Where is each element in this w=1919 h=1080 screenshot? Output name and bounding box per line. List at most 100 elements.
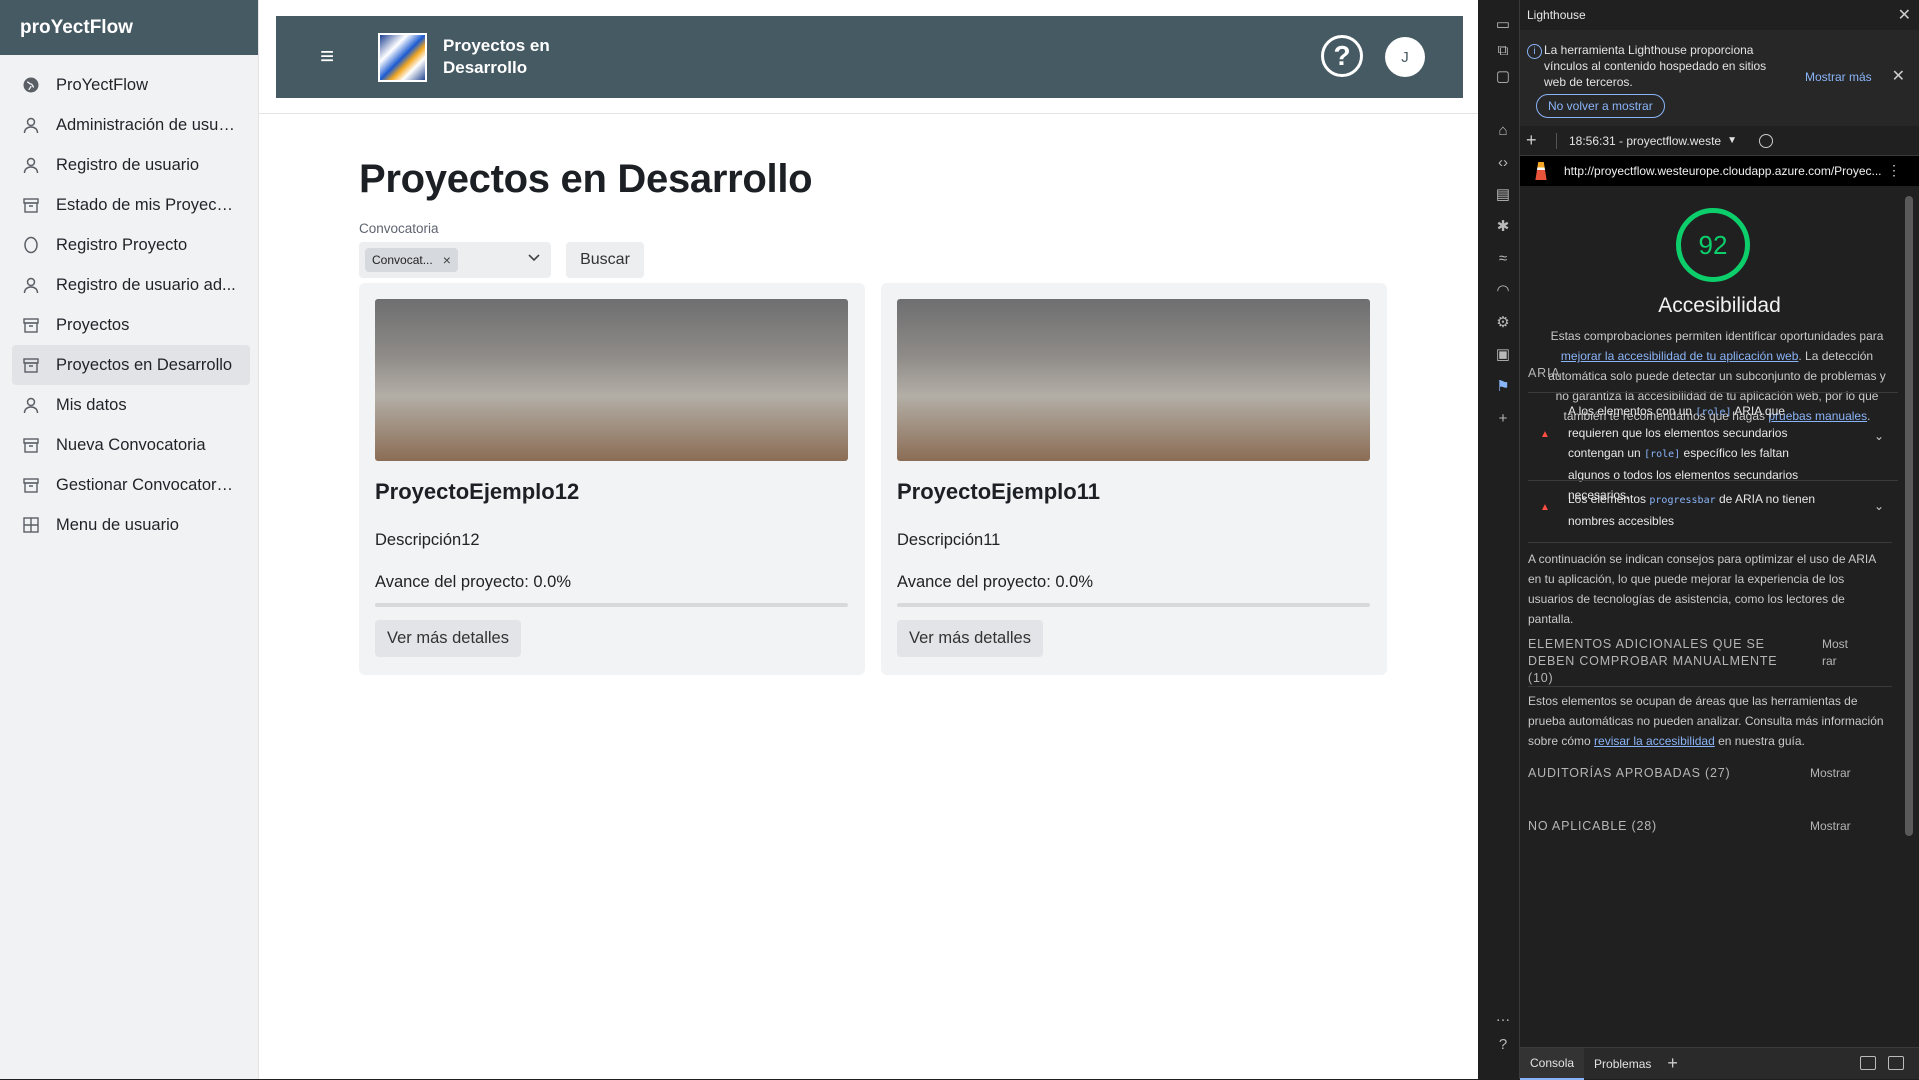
chip-label: Convocat... [372,253,433,267]
fail-triangle-icon: ▲ [1540,502,1550,513]
sidebar-item[interactable]: Registro de usuario ad... [12,265,250,305]
details-button[interactable]: Ver más detalles [897,620,1043,657]
sidebar-item[interactable]: Gestionar Convocatorias [12,465,250,505]
sidebar-item[interactable]: Registro Proyecto [12,225,250,265]
dock-icon[interactable] [1860,1056,1876,1070]
drawer-tabs: Consola Problemas + [1520,1047,1919,1080]
passed-show-toggle[interactable]: Mostrar [1810,766,1851,780]
tab-console[interactable]: Consola [1520,1047,1585,1080]
sidebar-item[interactable]: Administración de usua... [12,105,250,145]
info-icon: i [1527,44,1542,59]
sidebar-item-label: Registro de usuario ad... [56,275,236,294]
inspect-icon[interactable]: ⧉ [1494,41,1512,59]
convocatoria-label: Convocatoria [359,221,439,236]
brand-title: proYectFlow [0,0,258,55]
project-name: ProyectoEjemplo12 [375,479,580,504]
help-circle-icon[interactable]: ? [1494,1035,1512,1053]
manual-text: en nuestra guía. [1718,734,1805,748]
search-button[interactable]: Buscar [566,242,644,278]
audit-code: [role] [1695,407,1732,418]
performance-icon[interactable]: ◠ [1494,281,1512,299]
manual-section-title: ELEMENTOS ADICIONALES QUE SE DEBEN COMPR… [1528,637,1778,685]
chevron-down-icon[interactable]: ⌄ [1874,499,1884,513]
convocatoria-select[interactable]: Convocat... × [359,242,551,278]
audit-item[interactable]: ▲ A los elementos con un [role] ARIA que… [1528,392,1898,502]
project-image [375,299,848,461]
bug-icon[interactable]: ✱ [1494,217,1512,235]
sidebar-item-label: ProYectFlow [56,75,149,94]
details-button[interactable]: Ver más detalles [375,620,521,657]
passed-audits-title[interactable]: AUDITORÍAS APROBADAS (27) [1528,766,1730,780]
add-tab-icon[interactable]: + [1667,1053,1678,1074]
page-title: Proyectos en Desarrollo [359,157,813,201]
report-selector[interactable]: 18:56:31 - proyectflow.weste [1569,134,1721,148]
sidebar-item[interactable]: Registro de usuario [12,145,250,185]
close-icon[interactable]: ✕ [1898,5,1911,25]
clear-icon[interactable] [1759,133,1773,148]
sidebar-item[interactable]: Nueva Convocatoria [12,425,250,465]
chevron-down-icon[interactable] [527,250,541,267]
avatar[interactable]: J [1385,37,1425,77]
banner-close-icon[interactable]: ✕ [1892,66,1905,86]
review-accessibility-link[interactable]: revisar la accesibilidad [1594,734,1715,748]
not-applicable-title[interactable]: NO APLICABLE (28) [1528,819,1657,833]
dont-show-again-button[interactable]: No volver a mostrar [1536,94,1665,118]
user-icon [22,396,40,414]
tab-problems[interactable]: Problemas [1584,1048,1661,1080]
menu-icon[interactable]: ≡ [312,42,342,72]
convocatoria-chip: Convocat... × [365,248,458,272]
lighthouse-logo-icon [1535,162,1547,180]
user-icon [22,156,40,174]
dropdown-arrow-icon[interactable]: ▼ [1727,135,1737,146]
archive-icon [22,356,40,374]
add-tool-icon[interactable]: + [1494,409,1512,427]
audit-code: [role] [1644,449,1681,460]
more-icon[interactable]: … [1494,1007,1512,1025]
scrollbar[interactable] [1905,196,1913,836]
user-icon [22,276,40,294]
chip-remove-icon[interactable]: × [443,252,451,268]
sidebar-item[interactable]: Proyectos [12,305,250,345]
audit-code: progressbar [1649,495,1716,506]
audit-item[interactable]: ▲ Los elementos progressbar de ARIA no t… [1528,480,1898,534]
sidebar-item[interactable]: ProYectFlow [12,65,250,105]
sidebar-item-label: Proyectos en Desarrollo [56,355,233,374]
lighthouse-icon[interactable]: ⚑ [1494,377,1512,395]
help-icon[interactable]: ? [1321,35,1363,77]
sidebar-item[interactable]: Mis datos [12,385,250,425]
top-app-bar: ≡ Proyectos en Desarrollo ? J [276,16,1463,98]
window-icon[interactable]: ▢ [1494,67,1512,85]
progress-bar [897,603,1370,607]
undock-icon[interactable] [1888,1056,1904,1070]
project-progress-text: Avance del proyecto: 0.0% [897,573,1093,591]
sidebar-item-label: Registro Proyecto [56,235,188,254]
sidebar-item-label: Registro de usuario [56,155,200,174]
circle-icon [22,236,40,254]
report-url-bar: http://proyectflow.westeurope.cloudapp.a… [1520,156,1919,186]
device-icon[interactable]: ▭ [1494,15,1512,33]
console-icon[interactable]: ▤ [1494,185,1512,203]
kebab-menu-icon[interactable]: ⋮ [1887,162,1901,179]
sidebar-item[interactable]: Estado de mis Proyectos [12,185,250,225]
home-icon[interactable]: ⌂ [1494,121,1512,139]
devtools-panel: Lighthouse ✕ i La herramienta Lighthouse… [1520,0,1919,1080]
project-card: ProyectoEjemplo11 Descripción11 Avance d… [881,283,1387,675]
score-gauge: 92 [1676,208,1750,282]
archive-icon [22,196,40,214]
info-banner: i La herramienta Lighthouse proporciona … [1520,30,1919,126]
application-icon[interactable]: ▣ [1494,345,1512,363]
show-more-link[interactable]: Mostrar más [1805,70,1872,84]
sidebar-item[interactable]: Menu de usuario [12,505,250,545]
new-report-icon[interactable]: + [1526,130,1544,151]
sidebar-item[interactable]: Proyectos en Desarrollo [12,345,250,385]
code-icon[interactable]: ‹› [1494,153,1512,171]
settings-icon[interactable]: ⚙ [1494,313,1512,331]
chevron-down-icon[interactable]: ⌄ [1874,429,1884,443]
manual-show-toggle[interactable]: Mostrar [1822,636,1850,670]
improve-accessibility-link[interactable]: mejorar la accesibilidad de tu aplicació… [1561,349,1798,363]
aria-section-title: ARIA [1528,366,1561,380]
project-name: ProyectoEjemplo11 [897,479,1100,504]
na-show-toggle[interactable]: Mostrar [1810,819,1851,833]
archive-icon [22,476,40,494]
wifi-icon[interactable]: ≈ [1494,249,1512,267]
